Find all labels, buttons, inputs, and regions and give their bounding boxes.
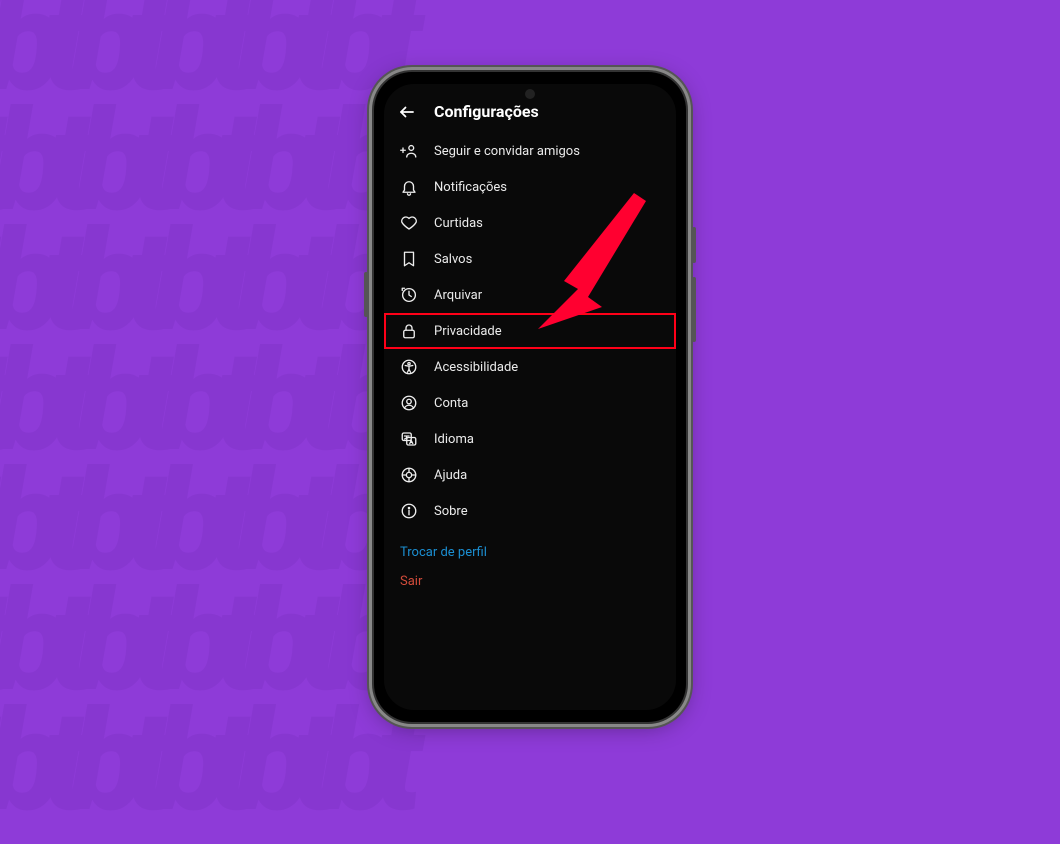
settings-item-label: Notificações (434, 180, 660, 195)
settings-item-label: Privacidade (434, 324, 660, 339)
settings-item-label: Sobre (434, 504, 660, 519)
switch-profile-link[interactable]: Trocar de perfil (400, 545, 660, 560)
settings-item-label: Curtidas (434, 216, 660, 231)
settings-item-label: Seguir e convidar amigos (434, 144, 660, 159)
settings-item-follow[interactable]: Seguir e convidar amigos (384, 133, 676, 169)
settings-list: Seguir e convidar amigos Notificações Cu… (384, 129, 676, 533)
phone-side-button (364, 272, 368, 317)
settings-item-likes[interactable]: Curtidas (384, 205, 676, 241)
phone-frame: Configurações Seguir e convidar amigos N… (374, 72, 686, 722)
page-title: Configurações (434, 102, 539, 121)
heart-icon (400, 214, 418, 232)
phone-side-button (692, 277, 696, 342)
settings-item-account[interactable]: Conta (384, 385, 676, 421)
bottom-links: Trocar de perfil Sair (384, 533, 676, 589)
help-icon (400, 466, 418, 484)
back-icon[interactable] (398, 103, 416, 121)
settings-item-label: Acessibilidade (434, 360, 660, 375)
phone-side-button (692, 227, 696, 263)
info-icon (400, 502, 418, 520)
settings-item-accessibility[interactable]: Acessibilidade (384, 349, 676, 385)
settings-item-label: Idioma (434, 432, 660, 447)
archive-icon (400, 286, 418, 304)
language-icon (400, 430, 418, 448)
settings-item-saved[interactable]: Salvos (384, 241, 676, 277)
logout-link[interactable]: Sair (400, 574, 660, 589)
account-icon (400, 394, 418, 412)
accessibility-icon (400, 358, 418, 376)
settings-item-archive[interactable]: Arquivar (384, 277, 676, 313)
bookmark-icon (400, 250, 418, 268)
follow-invite-icon (400, 142, 418, 160)
settings-item-about[interactable]: Sobre (384, 493, 676, 529)
settings-item-label: Ajuda (434, 468, 660, 483)
bell-icon (400, 178, 418, 196)
settings-item-language[interactable]: Idioma (384, 421, 676, 457)
settings-item-privacy[interactable]: Privacidade (384, 313, 676, 349)
settings-item-help[interactable]: Ajuda (384, 457, 676, 493)
settings-item-label: Arquivar (434, 288, 660, 303)
settings-item-label: Conta (434, 396, 660, 411)
phone-screen: Configurações Seguir e convidar amigos N… (384, 84, 676, 710)
settings-item-label: Salvos (434, 252, 660, 267)
lock-icon (400, 322, 418, 340)
settings-item-notifications[interactable]: Notificações (384, 169, 676, 205)
camera-hole (525, 89, 535, 99)
